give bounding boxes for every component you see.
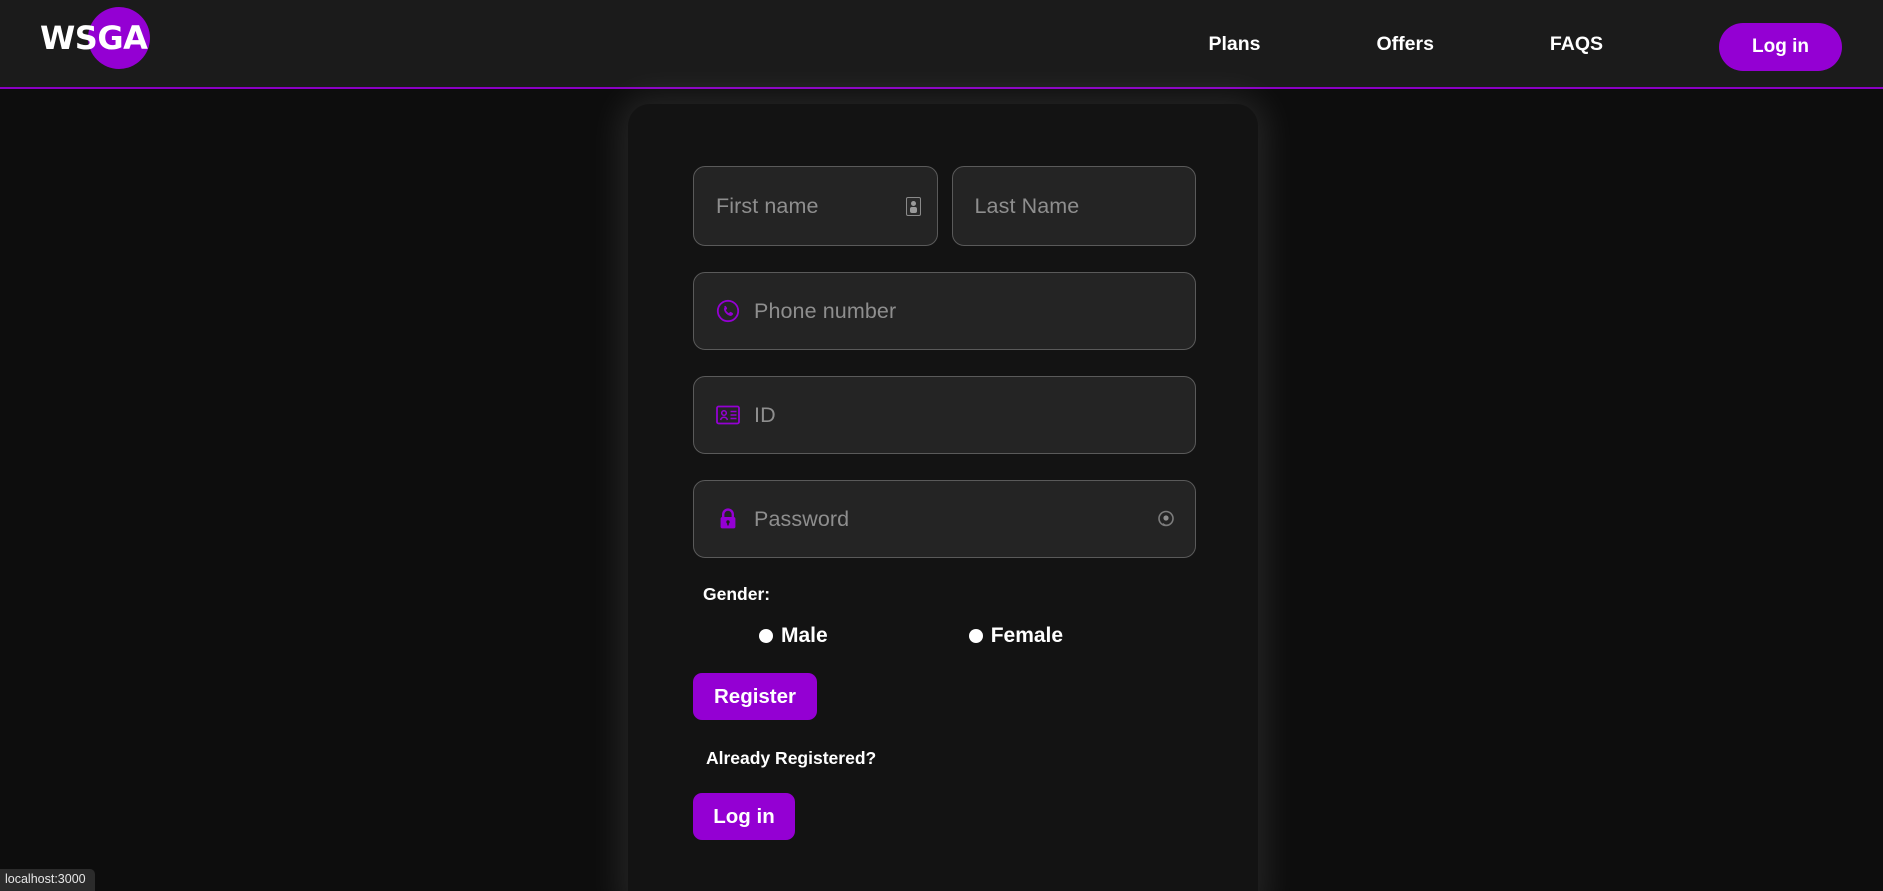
radio-female-icon[interactable] [968, 629, 983, 643]
eye-toggle-icon[interactable] [1155, 508, 1177, 530]
gender-option-male[interactable]: Male [759, 624, 828, 648]
radio-male-icon[interactable] [759, 629, 773, 643]
gender-option-female[interactable]: Female [968, 624, 1064, 648]
registration-form: First name Last Name Phone number ID Pas… [693, 166, 1196, 840]
first-name-placeholder: First name [716, 193, 819, 218]
main-navigation: Plans Offers FAQS Log in [1208, 0, 1883, 89]
already-registered-text: Already Registered? [706, 748, 877, 768]
last-name-field[interactable]: Last Name [951, 166, 1196, 246]
gender-options: Male Female [703, 623, 1196, 649]
register-button[interactable]: Register [693, 673, 817, 720]
brand-logo[interactable]: WSGA [40, 5, 150, 83]
phone-circle-icon [716, 299, 740, 323]
phone-number-field[interactable]: Phone number [693, 272, 1196, 350]
name-row: First name Last Name [693, 166, 1196, 246]
header-login-button[interactable]: Log in [1719, 22, 1842, 71]
gender-male-label: Male [781, 624, 828, 647]
nav-item-faqs[interactable]: FAQS [1550, 33, 1603, 56]
id-field[interactable]: ID [693, 376, 1196, 454]
gender-label: Gender: [703, 584, 771, 604]
phone-number-placeholder: Phone number [754, 298, 897, 323]
id-badge-glyph-icon [905, 195, 923, 217]
password-field[interactable]: Password [693, 480, 1196, 558]
page-root: WSGA Plans Offers FAQS Log in First name… [0, 0, 1883, 891]
last-name-placeholder: Last Name [974, 193, 1080, 218]
password-placeholder: Password [754, 506, 850, 531]
id-placeholder: ID [754, 402, 776, 427]
first-name-field[interactable]: First name [693, 166, 938, 246]
registration-card: First name Last Name Phone number ID Pas… [628, 104, 1258, 891]
nav-item-plans[interactable]: Plans [1208, 33, 1260, 56]
form-login-button[interactable]: Log in [693, 793, 795, 840]
lock-icon [716, 507, 740, 531]
site-header: WSGA Plans Offers FAQS Log in [0, 0, 1883, 89]
status-bar-url: localhost:3000 [0, 869, 95, 891]
id-card-icon [716, 403, 740, 427]
logo-text: WSGA [40, 19, 148, 57]
nav-item-offers[interactable]: Offers [1376, 33, 1433, 56]
gender-female-label: Female [990, 624, 1064, 647]
